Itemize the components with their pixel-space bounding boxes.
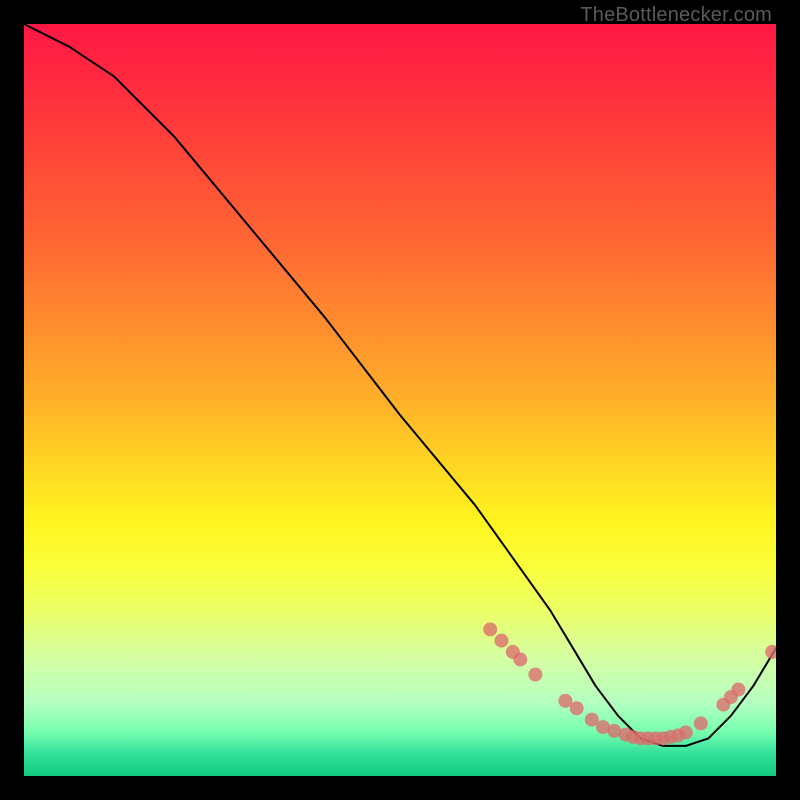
data-marker xyxy=(495,634,509,648)
data-marker xyxy=(513,652,527,666)
chart-frame: TheBottlenecker.com xyxy=(0,0,800,800)
plot-area xyxy=(24,24,776,776)
curve-layer xyxy=(24,24,776,746)
data-marker xyxy=(528,668,542,682)
data-marker xyxy=(765,645,776,659)
data-marker xyxy=(483,622,497,636)
data-marker xyxy=(570,701,584,715)
curve-path xyxy=(24,24,776,746)
chart-svg xyxy=(24,24,776,776)
data-marker xyxy=(679,725,693,739)
data-marker xyxy=(731,683,745,697)
data-marker xyxy=(694,716,708,730)
